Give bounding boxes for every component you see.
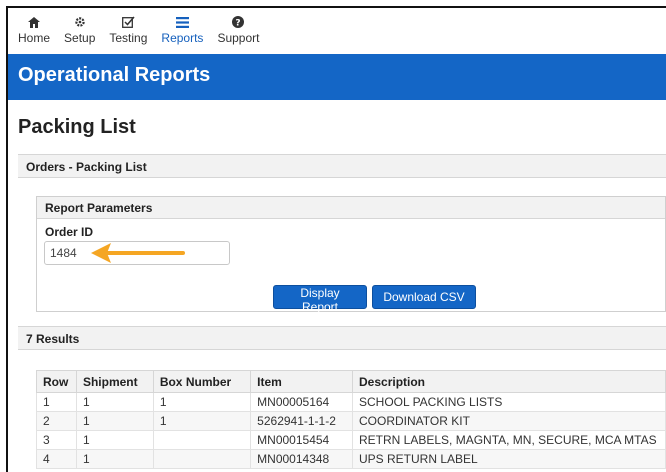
table-row: 1 1 1 MN00005164 SCHOOL PACKING LISTS	[36, 392, 666, 412]
cell-shipment: 1	[75, 430, 154, 450]
column-header-row[interactable]: Row	[36, 370, 77, 393]
nav-testing[interactable]: Testing	[109, 8, 147, 45]
download-csv-button[interactable]: Download CSV	[372, 285, 476, 309]
column-header-item[interactable]: Item	[250, 370, 353, 393]
home-icon	[24, 15, 44, 29]
report-parameters-panel: Report Parameters Order ID Display Repor…	[36, 196, 666, 314]
cell-item: 5262941-1-1-2	[250, 411, 353, 431]
nav-reports[interactable]: Reports	[161, 8, 203, 45]
top-nav: Home Setup Testing Reports ? Support	[8, 8, 666, 54]
nav-home[interactable]: Home	[18, 8, 50, 45]
checkbox-icon	[118, 15, 138, 29]
arrow-annotation-icon	[91, 243, 185, 263]
order-id-label: Order ID	[45, 225, 94, 239]
report-parameters-header: Report Parameters	[37, 197, 665, 219]
list-icon	[172, 15, 192, 29]
cell-row: 4	[36, 449, 77, 469]
table-header-row: Row Shipment Box Number Item Description	[36, 370, 666, 393]
column-header-description[interactable]: Description	[352, 370, 666, 393]
question-icon: ?	[228, 15, 248, 29]
cell-shipment: 1	[75, 449, 154, 469]
cell-box-number	[152, 449, 252, 469]
svg-text:?: ?	[236, 18, 241, 28]
cell-box-number: 1	[152, 392, 252, 412]
cell-description: SCHOOL PACKING LISTS	[352, 392, 666, 412]
results-section-header: 7 Results	[18, 326, 666, 350]
section-banner: Operational Reports	[8, 54, 666, 100]
nav-testing-label: Testing	[109, 31, 148, 45]
cell-shipment: 1	[75, 392, 154, 412]
results-table: Row Shipment Box Number Item Description…	[36, 370, 666, 469]
banner-notch	[592, 54, 620, 66]
cell-box-number	[152, 430, 252, 450]
gear-icon	[70, 15, 90, 29]
cell-row: 2	[36, 411, 77, 431]
table-row: 4 1 MN00014348 UPS RETURN LABEL	[36, 449, 666, 469]
nav-support-label: Support	[217, 31, 260, 45]
column-header-box-number[interactable]: Box Number	[152, 370, 252, 393]
cell-shipment: 1	[75, 411, 154, 431]
display-report-button[interactable]: Display Report	[273, 285, 367, 314]
cell-item: MN00005164	[250, 392, 353, 412]
nav-setup[interactable]: Setup	[64, 8, 95, 45]
cell-item: MN00014348	[250, 449, 353, 469]
cell-item: MN00015454	[250, 430, 353, 450]
nav-reports-label: Reports	[161, 31, 204, 45]
cell-box-number: 1	[152, 411, 252, 431]
cell-row: 3	[36, 430, 77, 450]
nav-setup-label: Setup	[64, 31, 96, 45]
nav-support[interactable]: ? Support	[217, 8, 259, 45]
cell-row: 1	[36, 392, 77, 412]
column-header-shipment[interactable]: Shipment	[75, 370, 154, 393]
cell-description: UPS RETURN LABEL	[352, 449, 666, 469]
orders-section-header: Orders - Packing List	[18, 154, 666, 178]
table-row: 3 1 MN00015454 RETRN LABELS, MAGNTA, MN,…	[36, 430, 666, 450]
banner-title: Operational Reports	[18, 64, 211, 86]
app-window: Home Setup Testing Reports ? Support Ope…	[6, 6, 666, 472]
page-title: Packing List	[18, 116, 136, 138]
cell-description: RETRN LABELS, MAGNTA, MN, SECURE, MCA MT…	[352, 430, 666, 450]
table-row: 2 1 1 5262941-1-1-2 COORDINATOR KIT	[36, 411, 666, 431]
cell-description: COORDINATOR KIT	[352, 411, 666, 431]
nav-home-label: Home	[18, 31, 51, 45]
